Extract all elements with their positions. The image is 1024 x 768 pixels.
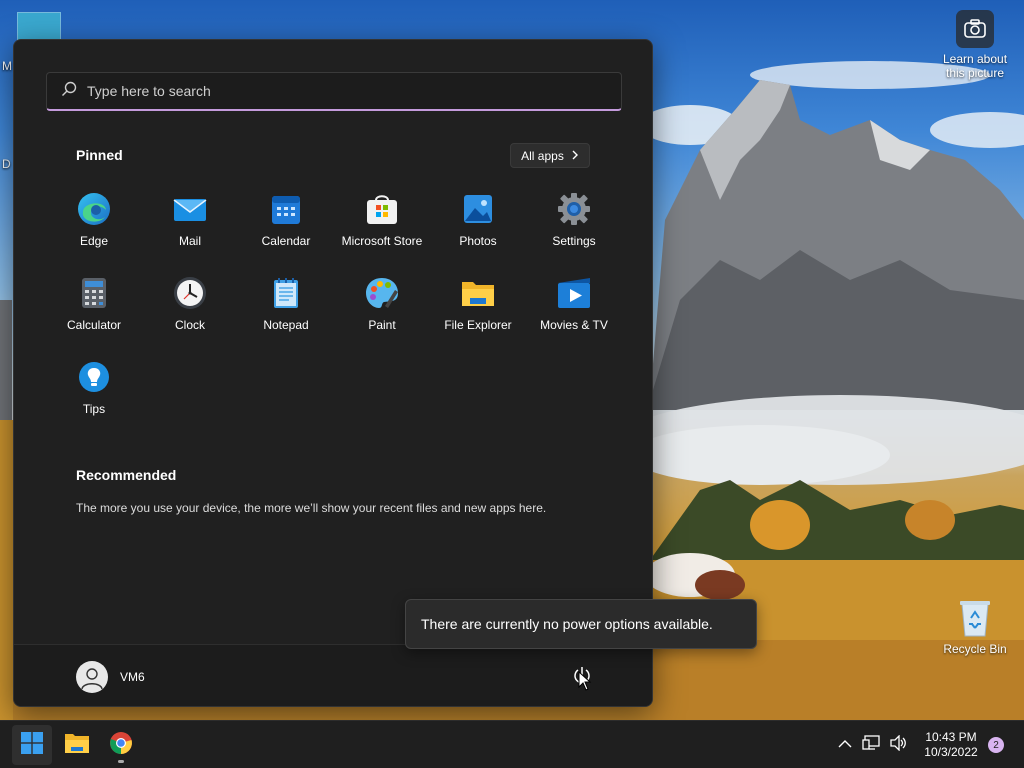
app-label: Paint [368,318,396,332]
app-label: Movies & TV [540,318,608,332]
notepad-icon [269,276,303,310]
tips-icon [77,360,111,394]
edge-icon [77,192,111,226]
pinned-app-notepad[interactable]: Notepad [238,272,334,350]
taskbar-file-explorer[interactable] [57,725,97,765]
pinned-app-calendar[interactable]: Calendar [238,188,334,266]
app-label: Settings [552,234,596,248]
recommended-title: Recommended [76,467,177,483]
desktop-icon-partial[interactable] [17,12,61,42]
app-label: Notepad [263,318,309,332]
chevron-right-icon [572,149,579,163]
all-apps-button[interactable]: All apps [510,143,590,168]
running-indicator [118,760,124,763]
search-icon [61,81,77,102]
desktop-label-partial: M [2,59,12,73]
pinned-app-settings[interactable]: Settings [526,188,622,266]
search-box[interactable]: Type here to search [46,72,622,111]
user-account-button[interactable]: VM6 [76,661,145,693]
calculator-icon [77,276,111,310]
clock-time: 10:43 PM [925,730,977,744]
app-label: File Explorer [444,318,512,332]
camera-icon [956,10,994,48]
desktop-label-partial-2: D [2,157,11,171]
app-label: Microsoft Store [341,234,423,248]
network-icon[interactable] [862,734,880,756]
start-menu-footer: VM6 [14,644,652,706]
pinned-app-file-explorer[interactable]: File Explorer [430,272,526,350]
pinned-app-calculator[interactable]: Calculator [46,272,142,350]
taskbar-clock[interactable]: 10:43 PM 10/3/2022 [913,730,989,760]
tooltip-text: There are currently no power options ava… [421,616,713,632]
taskbar: 10:43 PM 10/3/2022 2 [0,720,1024,768]
pinned-app-photos[interactable]: Photos [430,188,526,266]
system-tray [838,721,908,768]
paint-icon [365,276,399,310]
pinned-title: Pinned [76,147,123,163]
recycle-bin-label: Recycle Bin [943,642,1007,656]
chevron-up-icon[interactable] [838,736,852,754]
taskbar-chrome[interactable] [101,725,141,765]
learn-about-picture-shortcut[interactable]: Learn about this picture [934,10,1016,80]
search-placeholder: Type here to search [87,83,211,99]
app-label: Photos [459,234,497,248]
recycle-bin-shortcut[interactable]: Recycle Bin [940,598,1010,656]
all-apps-label: All apps [521,148,564,163]
folder-icon [461,276,495,310]
settings-icon [557,192,591,226]
photos-icon [461,192,495,226]
clock-icon [173,276,207,310]
pinned-app-paint[interactable]: Paint [334,272,430,350]
start-button[interactable] [12,725,52,765]
app-label: Tips [82,402,106,416]
avatar [76,661,108,693]
app-label: Edge [79,234,109,248]
pinned-app-mail[interactable]: Mail [142,188,238,266]
windows-logo-icon [21,731,43,759]
user-name: VM6 [120,670,145,684]
pinned-app-edge[interactable]: Edge [46,188,142,266]
chrome-icon [109,731,133,760]
store-icon [365,192,399,226]
mouse-cursor-icon [578,670,592,696]
pinned-app-clock[interactable]: Clock [142,272,238,350]
pinned-app-movies-tv[interactable]: Movies & TV [526,272,622,350]
folder-icon [64,732,90,759]
pinned-app-microsoft-store[interactable]: Microsoft Store [334,188,430,266]
power-options-tooltip: There are currently no power options ava… [405,599,757,649]
clock-date: 10/3/2022 [924,745,978,759]
learn-label-line2: this picture [945,66,1005,80]
pinned-app-tips[interactable]: Tips [46,356,142,434]
learn-label-line1: Learn about [942,52,1008,66]
app-label: Calendar [261,234,311,248]
app-label: Mail [178,234,201,248]
movies-tv-icon [557,276,591,310]
app-label: Calculator [66,318,122,332]
recommended-empty-text: The more you use your device, the more w… [76,501,547,515]
app-label: Clock [174,318,205,332]
mail-icon [173,192,207,226]
notification-badge[interactable]: 2 [988,737,1004,753]
volume-icon[interactable] [890,733,908,756]
recycle-bin-icon [957,598,993,638]
calendar-icon [269,192,303,226]
